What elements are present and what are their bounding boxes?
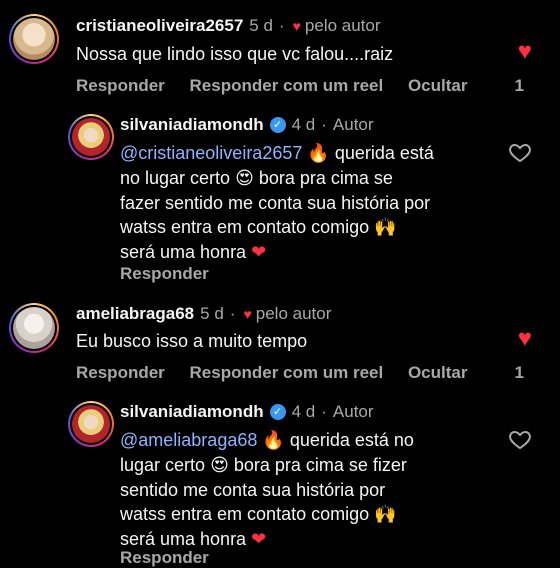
fire-icon: 🔥 <box>262 430 285 451</box>
red-heart-icon: ❤ <box>251 242 267 263</box>
comment-meta: ameliabraga68 5 d · ♥ pelo autor <box>76 304 332 324</box>
avatar-image <box>72 405 110 443</box>
avatar-image <box>72 118 110 156</box>
fire-icon: 🔥 <box>307 143 330 164</box>
author-like-label: pelo autor <box>255 304 332 323</box>
timestamp: 4 d <box>291 402 316 421</box>
red-heart-icon: ❤ <box>251 529 267 550</box>
avatar[interactable] <box>68 114 114 160</box>
heart-eyes-icon: 😍 <box>235 168 254 189</box>
timestamp: 4 d <box>291 115 316 134</box>
reply-with-reel-button[interactable]: Responder com um reel <box>190 76 384 95</box>
like-count: 1 <box>514 76 524 95</box>
reply-button[interactable]: Responder <box>76 76 165 95</box>
mention-link[interactable]: @cristianeoliveira2657 <box>120 143 302 163</box>
reply-button[interactable]: Responder <box>76 363 165 382</box>
reply-button[interactable]: Responder <box>120 548 209 567</box>
reply-with-reel-button[interactable]: Responder com um reel <box>190 363 384 382</box>
avatar-image <box>13 18 55 60</box>
comment-text: Nossa que lindo isso que vc falou....rai… <box>76 44 394 64</box>
reply-text: @cristianeoliveira2657 🔥 querida está no… <box>120 143 434 263</box>
like-heart-icon[interactable]: ♥ <box>518 327 532 351</box>
reply-actions: Responder <box>120 264 229 284</box>
hide-button[interactable]: Ocultar <box>408 76 468 95</box>
avatar[interactable] <box>9 14 59 64</box>
reply-actions: Responder <box>120 548 229 568</box>
heart-eyes-icon: 😍 <box>210 455 229 476</box>
username[interactable]: silvaniadiamondh <box>120 402 264 422</box>
like-count: 1 <box>514 363 524 382</box>
avatar[interactable] <box>68 401 114 447</box>
raised-hands-icon: 🙌 <box>374 504 397 525</box>
comment-actions: Responder Responder com um reel Ocultar <box>76 76 487 96</box>
comment-text: Eu busco isso a muito tempo <box>76 331 308 351</box>
mention-link[interactable]: @ameliabraga68 <box>120 430 257 450</box>
like-heart-icon[interactable]: ♥ <box>518 40 532 64</box>
heart-icon: ♥ <box>243 306 252 322</box>
reply-text: @ameliabraga68 🔥 querida está no lugar c… <box>120 430 414 550</box>
author-like-label: pelo autor <box>304 16 381 35</box>
reply-meta: silvaniadiamondh ✓ 4 d · Autor <box>120 115 374 135</box>
username[interactable]: silvaniadiamondh <box>120 115 264 135</box>
reply-meta: silvaniadiamondh ✓ 4 d · Autor <box>120 402 374 422</box>
username[interactable]: cristianeoliveira2657 <box>76 16 243 36</box>
author-role: Autor <box>332 402 374 421</box>
like-heart-outline-icon[interactable] <box>508 427 532 451</box>
hide-button[interactable]: Ocultar <box>408 363 468 382</box>
comment-meta: cristianeoliveira2657 5 d · ♥ pelo autor <box>76 16 381 36</box>
avatar[interactable] <box>9 303 59 353</box>
comment-actions: Responder Responder com um reel Ocultar <box>76 363 487 383</box>
reply-button[interactable]: Responder <box>120 264 209 283</box>
timestamp: 5 d <box>200 304 224 323</box>
author-role: Autor <box>332 115 374 134</box>
avatar-image <box>13 307 55 349</box>
timestamp: 5 d <box>249 16 273 35</box>
verified-badge-icon: ✓ <box>269 404 286 420</box>
like-heart-outline-icon[interactable] <box>508 140 532 164</box>
raised-hands-icon: 🙌 <box>374 217 397 238</box>
username[interactable]: ameliabraga68 <box>76 304 194 324</box>
verified-badge-icon: ✓ <box>269 117 286 133</box>
heart-icon: ♥ <box>292 18 301 34</box>
